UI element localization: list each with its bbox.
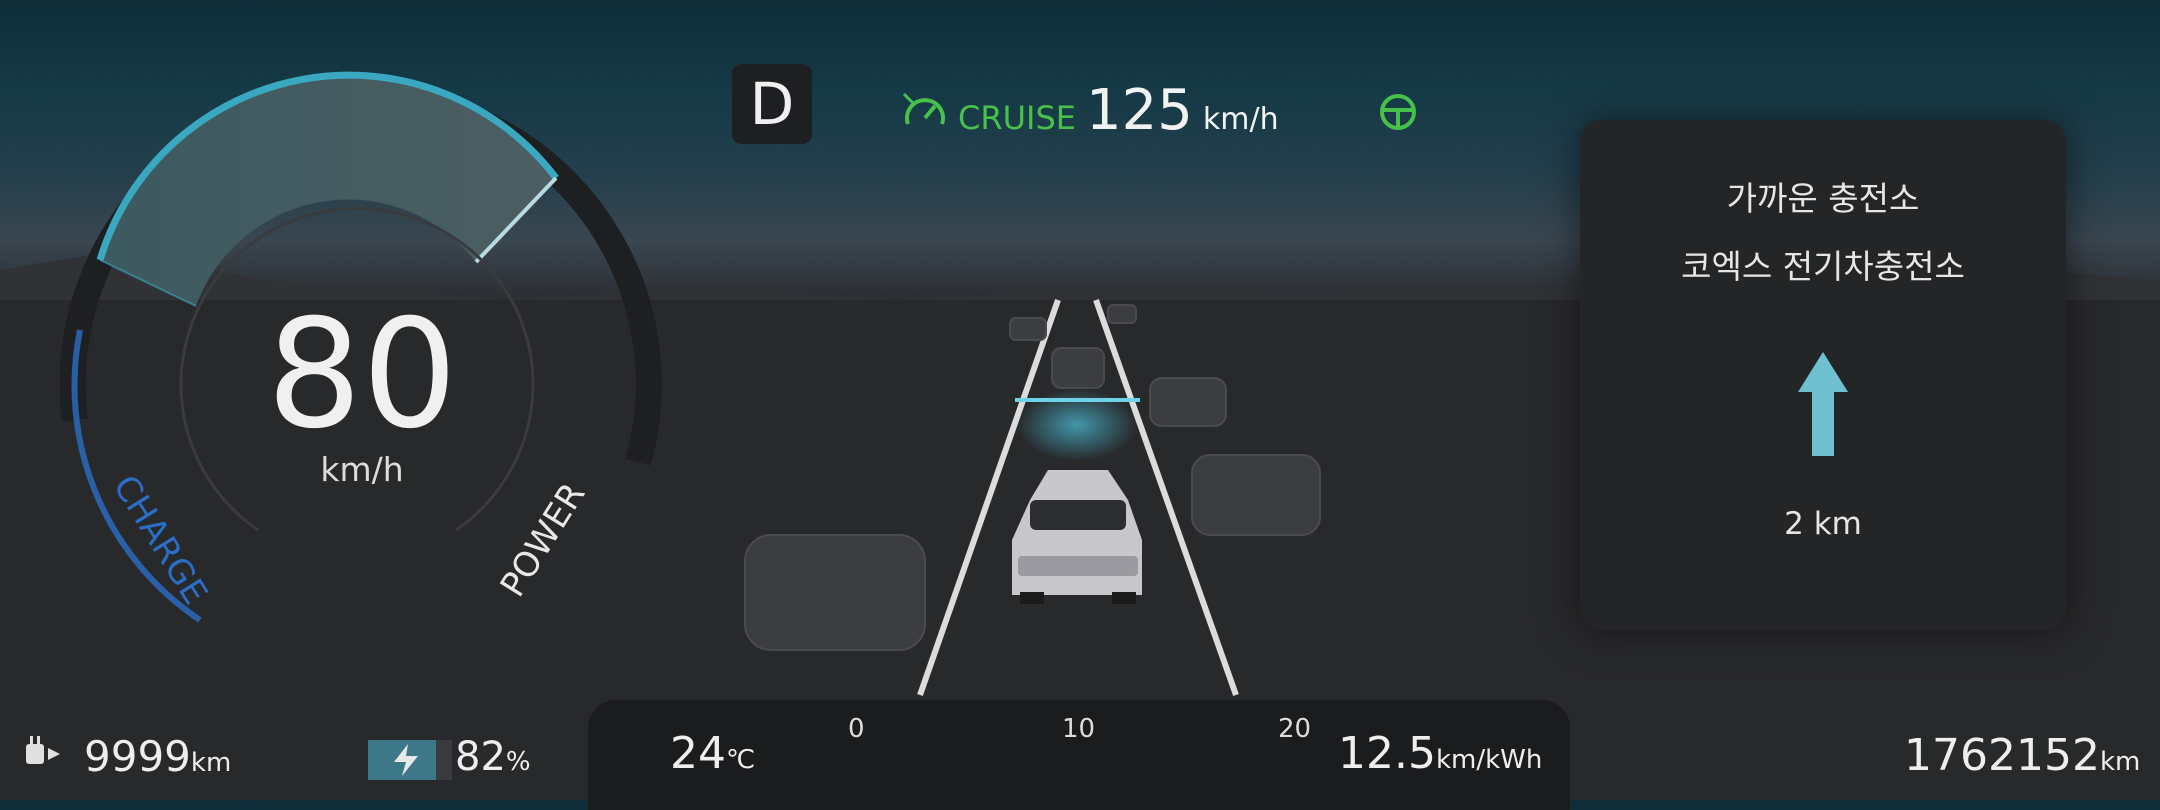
odometer-unit: km: [2099, 747, 2141, 777]
energy-efficiency: 12.5km/kWh: [1338, 728, 1542, 779]
cruise-icon: [902, 92, 945, 125]
scale-tick-10: 10: [1062, 714, 1096, 744]
driving-range: 9999km: [84, 732, 231, 781]
gear-indicator: D: [732, 64, 812, 144]
temp-value: 24: [670, 728, 726, 779]
ev-plug-icon: [26, 736, 60, 764]
cruise-speed: 125: [1085, 78, 1193, 143]
odometer: 1762152km: [1904, 730, 2140, 781]
temp-unit: ℃: [726, 745, 756, 775]
battery-level: 82%: [455, 734, 531, 780]
battery-percent: 82: [455, 734, 506, 780]
cruise-status: CRUISE 125 km/h: [902, 78, 1279, 143]
odometer-value: 1762152: [1904, 730, 2100, 781]
scale-tick-0: 0: [848, 714, 865, 744]
cruise-label: CRUISE: [958, 99, 1076, 137]
cruise-unit: km/h: [1202, 102, 1279, 137]
range-value: 9999: [84, 732, 191, 781]
battery-bolt-icon: [368, 740, 452, 780]
range-unit: km: [190, 748, 232, 778]
efficiency-unit: km/kWh: [1435, 745, 1543, 775]
straight-arrow-icon: [1798, 352, 1848, 456]
outside-temperature: 24℃: [670, 728, 755, 779]
nav-distance: 2 km: [1784, 506, 1862, 542]
current-speed: 80: [266, 288, 458, 462]
speed-unit: km/h: [320, 450, 404, 489]
navigation-panel[interactable]: 가까운 충전소 코엑스 전기차충전소 2 km: [1580, 120, 2066, 630]
steering-wheel-icon: [1380, 94, 1416, 130]
scale-tick-20: 20: [1278, 714, 1312, 744]
battery-unit: %: [505, 747, 531, 777]
nav-station-name: 코엑스 전기차충전소: [1681, 247, 1965, 286]
efficiency-value: 12.5: [1338, 728, 1436, 779]
nav-title: 가까운 충전소: [1726, 179, 1920, 218]
